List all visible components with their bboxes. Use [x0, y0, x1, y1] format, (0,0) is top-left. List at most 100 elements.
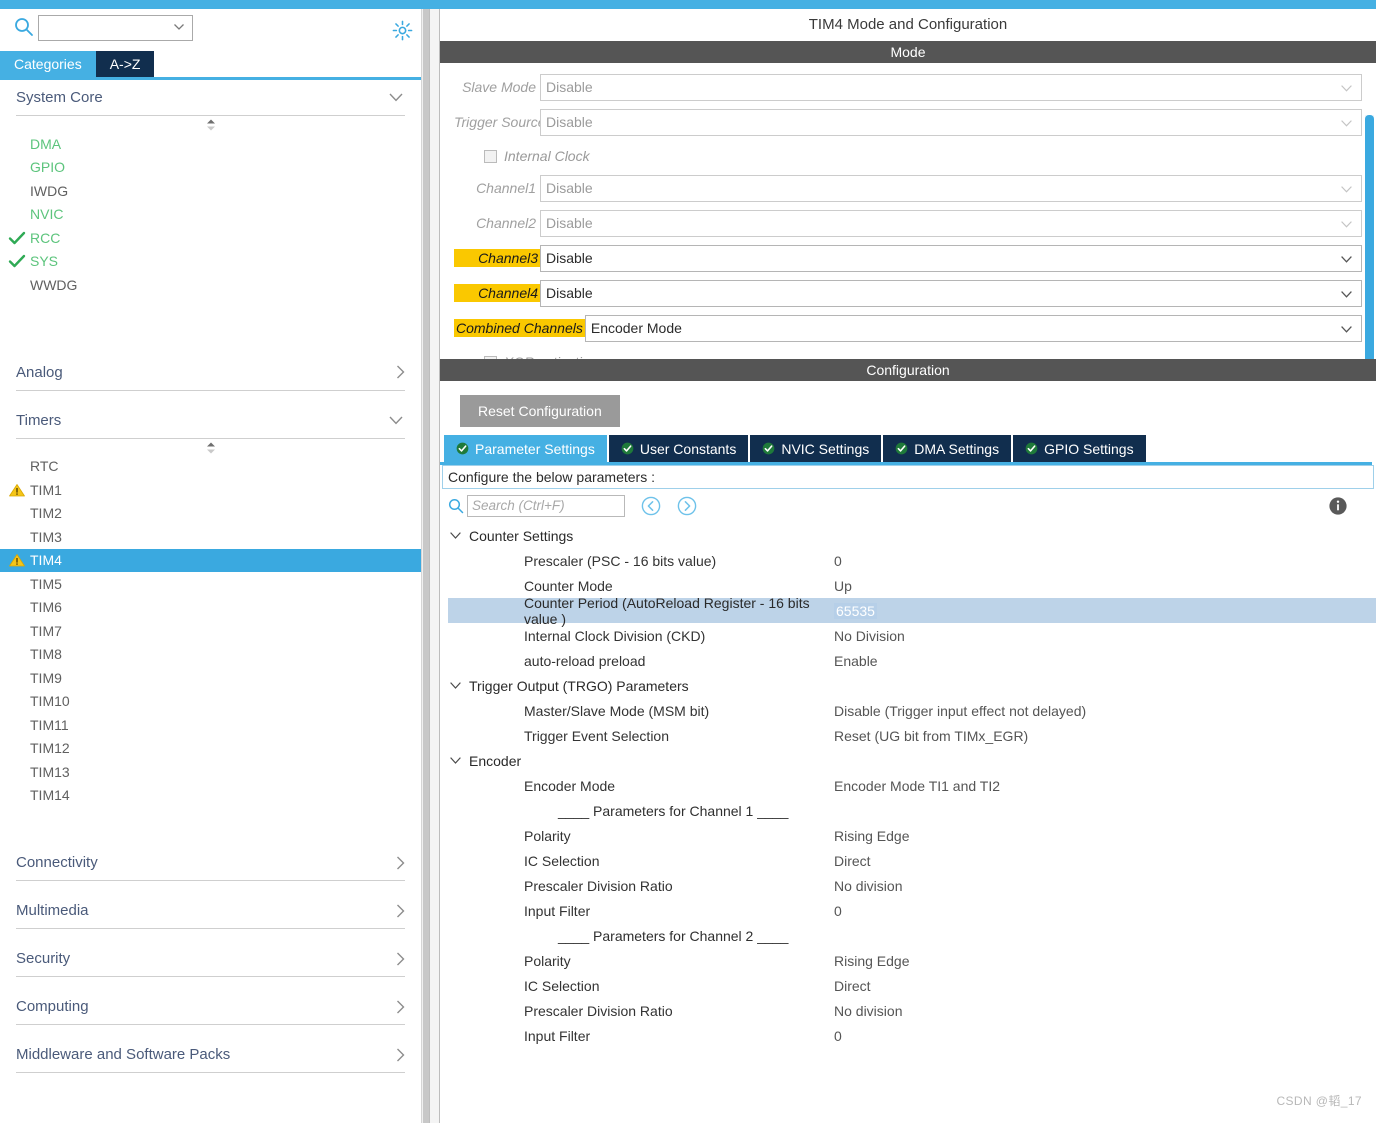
sidebar-item-tim8[interactable]: TIM8 [0, 643, 421, 667]
param-name: ____ Parameters for Channel 1 ____ [558, 802, 789, 819]
channel3-select[interactable]: Disable [540, 244, 1362, 272]
channel4-value: Disable [546, 285, 593, 301]
param-row-ch2-prescaler-division-ratio[interactable]: Prescaler Division Ratio No division [448, 998, 1376, 1023]
trigger-source-value: Disable [546, 114, 593, 130]
param-name: IC Selection [524, 852, 600, 869]
sidebar-group-label: Computing [16, 998, 89, 1015]
sidebar-item-rcc[interactable]: RCC [0, 226, 421, 250]
sidebar-item-iwdg[interactable]: IWDG [0, 179, 421, 203]
channel2-label: Channel2 [476, 215, 536, 231]
sidebar-item-sys[interactable]: SYS [0, 250, 421, 274]
sidebar-item-tim11[interactable]: TIM11 [0, 713, 421, 737]
blank-icon [8, 600, 26, 614]
parameter-search-input[interactable]: Search (Ctrl+F) [467, 495, 625, 517]
param-row-ch1-prescaler-division-ratio[interactable]: Prescaler Division Ratio No division [448, 873, 1376, 898]
param-group-counter-settings[interactable]: Counter Settings [448, 523, 1376, 548]
info-icon[interactable] [1328, 496, 1348, 516]
sidebar-item-tim2[interactable]: TIM2 [0, 502, 421, 526]
sidebar-item-tim10[interactable]: TIM10 [0, 690, 421, 714]
xor-activation-checkbox[interactable] [484, 355, 497, 359]
tab-gpio-settings[interactable]: GPIO Settings [1013, 435, 1146, 462]
param-row-ch1-ic-selection[interactable]: IC Selection Direct [448, 848, 1376, 873]
sidebar-scroll-up-spinner[interactable] [0, 116, 421, 132]
param-row-ch1-input-filter[interactable]: Input Filter 0 [448, 898, 1376, 923]
sidebar-group-label: Middleware and Software Packs [16, 1046, 231, 1063]
search-icon [15, 18, 33, 36]
sidebar-item-label: TIM9 [30, 669, 62, 686]
sidebar-item-tim6[interactable]: TIM6 [0, 596, 421, 620]
mode-scrollbar-thumb[interactable] [1365, 115, 1374, 359]
sidebar-group-middleware[interactable]: Middleware and Software Packs [16, 1037, 405, 1073]
sidebar-scroll-up-spinner-timers[interactable] [0, 439, 421, 455]
sidebar-item-tim7[interactable]: TIM7 [0, 619, 421, 643]
sidebar-item-tim13[interactable]: TIM13 [0, 760, 421, 784]
trigger-source-select[interactable]: Disable [540, 108, 1362, 136]
param-row-prescaler[interactable]: Prescaler (PSC - 16 bits value) 0 [448, 548, 1376, 573]
sidebar-group-analog[interactable]: Analog [16, 355, 405, 391]
tab-nvic-settings[interactable]: NVIC Settings [750, 435, 882, 462]
tab-parameter-settings[interactable]: Parameter Settings [444, 435, 607, 462]
sidebar-group-connectivity[interactable]: Connectivity [16, 845, 405, 881]
chevron-left-circle-icon[interactable] [641, 496, 661, 516]
param-value: Disable (Trigger input effect not delaye… [834, 702, 1087, 719]
sidebar-item-tim4[interactable]: TIM4 [0, 548, 421, 572]
gear-icon[interactable] [392, 20, 413, 41]
sidebar-item-tim1[interactable]: TIM1 [0, 478, 421, 502]
param-value: No division [834, 1002, 903, 1019]
sidebar-item-tim5[interactable]: TIM5 [0, 572, 421, 596]
sidebar-group-timers[interactable]: Timers [16, 403, 405, 439]
mode-row-internal-clock[interactable]: Internal Clock [484, 143, 1362, 169]
sidebar-group-computing[interactable]: Computing [16, 989, 405, 1025]
param-value: Enable [834, 652, 878, 669]
chevron-right-circle-icon[interactable] [677, 496, 697, 516]
sidebar-item-wwdg[interactable]: WWDG [0, 273, 421, 297]
sidebar-search-input[interactable] [38, 15, 193, 41]
sidebar-group-security[interactable]: Security [16, 941, 405, 977]
sidebar-item-dma[interactable]: DMA [0, 132, 421, 156]
sidebar-item-tim9[interactable]: TIM9 [0, 666, 421, 690]
param-row-encoder-mode[interactable]: Encoder Mode Encoder Mode TI1 and TI2 [448, 773, 1376, 798]
mode-row-trigger-source: Trigger Source Disable [454, 108, 1362, 136]
param-row-master-slave-mode[interactable]: Master/Slave Mode (MSM bit) Disable (Tri… [448, 698, 1376, 723]
pane-splitter[interactable] [429, 9, 440, 1123]
param-row-internal-clock-division[interactable]: Internal Clock Division (CKD) No Divisio… [448, 623, 1376, 648]
param-group-encoder[interactable]: Encoder [448, 748, 1376, 773]
mode-scrollbar[interactable] [1365, 115, 1374, 359]
sidebar-tab-categories[interactable]: Categories [0, 51, 96, 77]
param-row-ch2-ic-selection[interactable]: IC Selection Direct [448, 973, 1376, 998]
param-row-counter-period[interactable]: Counter Period (AutoReload Register - 16… [448, 595, 1376, 627]
sidebar-item-label: TIM7 [30, 622, 62, 639]
slave-mode-select[interactable]: Disable [540, 73, 1362, 101]
param-row-ch2-polarity[interactable]: Polarity Rising Edge [448, 948, 1376, 973]
combined-channels-select[interactable]: Encoder Mode [584, 314, 1362, 342]
search-icon [448, 498, 464, 514]
param-row-ch2-input-filter[interactable]: Input Filter 0 [448, 1023, 1376, 1048]
sidebar-item-nvic[interactable]: NVIC [0, 203, 421, 227]
mode-row-xor-activation[interactable]: XOR activation [484, 349, 1362, 359]
tab-user-constants[interactable]: User Constants [608, 435, 749, 462]
param-group-trgo[interactable]: Trigger Output (TRGO) Parameters [448, 673, 1376, 698]
sidebar-item-rtc[interactable]: RTC [0, 455, 421, 479]
check-circle-icon [456, 442, 469, 455]
top-tab-pinout[interactable]: Pinout [460, 0, 1376, 4]
channel2-select[interactable]: Disable [540, 209, 1362, 237]
channel4-select[interactable]: Disable [540, 279, 1362, 307]
param-row-ch1-polarity[interactable]: Polarity Rising Edge [448, 823, 1376, 848]
param-row-auto-reload-preload[interactable]: auto-reload preload Enable [448, 648, 1376, 673]
param-value[interactable]: 65535 [834, 602, 877, 619]
channel3-label: Channel3 [454, 249, 540, 267]
sidebar-group-multimedia[interactable]: Multimedia [16, 893, 405, 929]
sidebar-scrollbar[interactable] [421, 9, 430, 1123]
mode-row-slave-mode: Slave Mode Disable [454, 73, 1362, 101]
reset-configuration-button[interactable]: Reset Configuration [460, 395, 620, 427]
tab-dma-settings[interactable]: DMA Settings [883, 435, 1012, 462]
sidebar-item-tim14[interactable]: TIM14 [0, 784, 421, 808]
channel1-select[interactable]: Disable [540, 174, 1362, 202]
param-row-trigger-event-selection[interactable]: Trigger Event Selection Reset (UG bit fr… [448, 723, 1376, 748]
sidebar-item-tim3[interactable]: TIM3 [0, 525, 421, 549]
sidebar-tab-a-to-z[interactable]: A->Z [95, 51, 155, 77]
sidebar-item-tim12[interactable]: TIM12 [0, 737, 421, 761]
sidebar-group-system-core[interactable]: System Core [16, 80, 405, 116]
sidebar-item-gpio[interactable]: GPIO [0, 156, 421, 180]
internal-clock-checkbox[interactable] [484, 149, 497, 163]
